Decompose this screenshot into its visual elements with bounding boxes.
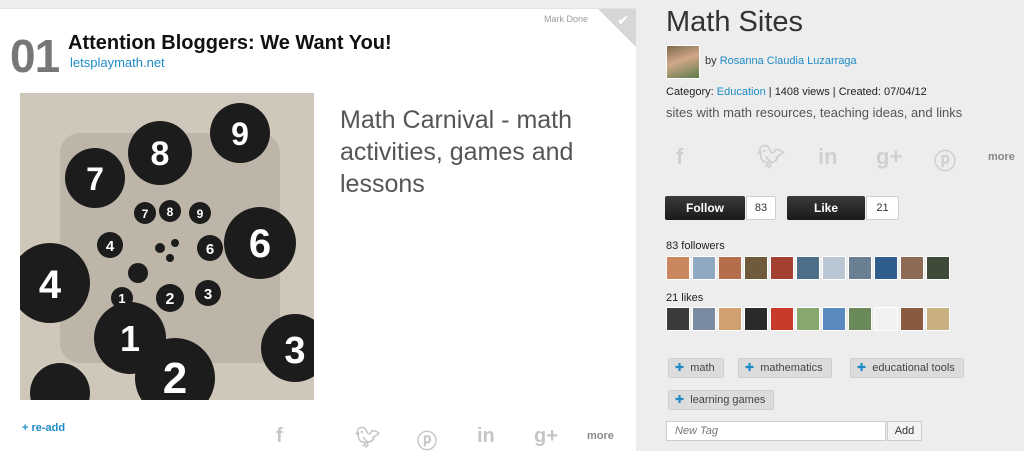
avatar[interactable] [874, 307, 898, 331]
like-count: 21 [866, 196, 899, 220]
avatar[interactable] [874, 256, 898, 280]
svg-text:6: 6 [249, 222, 271, 266]
more-share-link[interactable]: more [587, 430, 614, 442]
category-label: Category: [666, 86, 714, 98]
collection-title: Math Sites [666, 6, 803, 38]
tag-math[interactable]: ✚ math [668, 358, 724, 378]
like-button[interactable]: Like [787, 196, 865, 220]
avatar[interactable] [666, 256, 690, 280]
twitter-icon[interactable]: 🐦︎ [355, 425, 380, 450]
plus-icon: ✚ [675, 362, 685, 374]
svg-text:8: 8 [167, 205, 174, 219]
avatar[interactable] [770, 256, 794, 280]
rank-number: 01 [10, 30, 60, 82]
linkedin-icon[interactable]: in [477, 425, 495, 448]
facebook-icon[interactable]: f [276, 425, 283, 448]
avatar[interactable] [822, 307, 846, 331]
svg-text:8: 8 [151, 135, 170, 173]
likes-avatars [666, 307, 950, 331]
pinterest-icon[interactable]: ⓟ [934, 144, 956, 176]
svg-text:6: 6 [206, 241, 214, 258]
avatar[interactable] [692, 256, 716, 280]
plus-icon: ✚ [675, 394, 685, 406]
follow-count: 83 [746, 196, 776, 220]
new-tag-input[interactable] [666, 421, 886, 441]
svg-text:4: 4 [106, 238, 115, 255]
svg-text:3: 3 [284, 330, 305, 372]
avatar[interactable] [744, 256, 768, 280]
article-title[interactable]: Attention Bloggers: We Want You! [68, 32, 392, 55]
author-line: by Rosanna Claudia Luzarraga [705, 55, 857, 67]
avatar[interactable] [744, 307, 768, 331]
svg-text:7: 7 [142, 207, 149, 221]
article-description: Math Carnival - math activities, games a… [340, 106, 574, 198]
more-share-link[interactable]: more [988, 151, 1015, 163]
svg-text:2: 2 [163, 354, 187, 400]
googleplus-icon[interactable]: g+ [534, 425, 558, 448]
follow-button[interactable]: Follow [665, 196, 745, 220]
twitter-icon[interactable]: 🐦︎ [757, 144, 785, 170]
svg-text:7: 7 [86, 161, 104, 197]
tag-label: math [690, 362, 715, 374]
googleplus-icon[interactable]: g+ [876, 144, 902, 170]
avatar[interactable] [848, 256, 872, 280]
pinterest-icon[interactable]: ⓟ [417, 425, 437, 451]
views-count: 1408 views [774, 86, 830, 98]
add-tag-button[interactable]: Add [887, 421, 922, 441]
avatar[interactable] [718, 256, 742, 280]
avatar[interactable] [822, 256, 846, 280]
avatar[interactable] [926, 307, 950, 331]
article-card: Mark Done ✔ 01 Attention Bloggers: We Wa… [0, 8, 636, 451]
avatar[interactable] [796, 307, 820, 331]
followers-label[interactable]: 83 followers [666, 240, 725, 252]
tag-learning-games[interactable]: ✚ learning games [668, 390, 775, 410]
tag-label: learning games [690, 394, 766, 406]
svg-text:9: 9 [231, 116, 249, 152]
site-link[interactable]: letsplaymath.net [70, 55, 165, 70]
avatar[interactable] [848, 307, 872, 331]
plus-icon: ✚ [857, 362, 867, 374]
author-avatar[interactable] [666, 45, 700, 79]
followers-avatars [666, 256, 950, 280]
collection-meta: Category: Education | 1408 views | Creat… [666, 86, 927, 98]
avatar[interactable] [926, 256, 950, 280]
likes-label[interactable]: 21 likes [666, 292, 703, 304]
collection-description: sites with math resources, teaching idea… [666, 105, 963, 120]
category-link[interactable]: Education [717, 86, 766, 98]
svg-text:1: 1 [118, 291, 125, 306]
created-date: Created: 07/04/12 [838, 86, 927, 98]
svg-text:1: 1 [120, 318, 140, 359]
svg-text:3: 3 [204, 286, 212, 303]
avatar[interactable] [770, 307, 794, 331]
tag-label: educational tools [872, 362, 955, 374]
readd-link[interactable]: + re-add [22, 422, 65, 434]
avatar[interactable] [692, 307, 716, 331]
plus-icon: ✚ [745, 362, 755, 374]
checkmark-icon[interactable]: ✔ [617, 12, 629, 29]
author-link[interactable]: Rosanna Claudia Luzarraga [720, 55, 857, 67]
svg-text:9: 9 [197, 207, 204, 221]
tag-label: mathematics [760, 362, 823, 374]
svg-text:2: 2 [166, 291, 175, 308]
mark-done-button[interactable]: Mark Done [544, 14, 588, 24]
avatar[interactable] [796, 256, 820, 280]
article-thumbnail[interactable]: 8 9 7 6 4 1 2 3 4 6 2 3 1 7 8 9 [20, 93, 314, 400]
tag-mathematics[interactable]: ✚ mathematics [738, 358, 832, 378]
tag-educational-tools[interactable]: ✚ educational tools [850, 358, 964, 378]
facebook-icon[interactable]: f [676, 144, 683, 170]
linkedin-icon[interactable]: in [818, 144, 838, 170]
svg-text:4: 4 [39, 263, 62, 307]
avatar[interactable] [900, 307, 924, 331]
avatar[interactable] [900, 256, 924, 280]
by-label: by [705, 55, 717, 67]
phone-keypad-image: 8 9 7 6 4 1 2 3 4 6 2 3 1 7 8 9 [20, 93, 314, 400]
avatar[interactable] [718, 307, 742, 331]
avatar[interactable] [666, 307, 690, 331]
